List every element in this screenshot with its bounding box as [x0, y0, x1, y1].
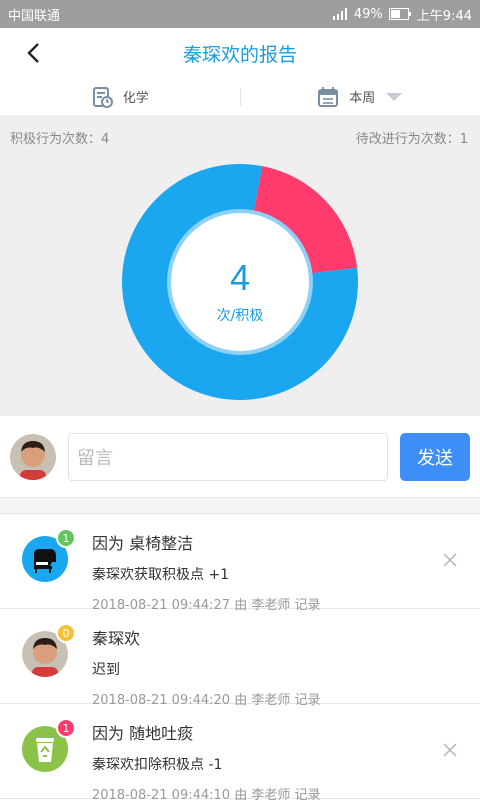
record-title: 秦琛欢 [92, 629, 141, 648]
chevron-left-icon [27, 43, 39, 63]
points-badge: 1 [56, 528, 76, 548]
record-body: 因为 桌椅整洁 秦琛欢获取积极点 +1 2018-08-21 09:44:27 … [92, 528, 460, 613]
calendar-icon [318, 86, 339, 107]
record-item[interactable]: 1 因为 随地吐痰 秦琛欢扣除积极点 -1 2018-08-21 09:44:1… [0, 704, 480, 800]
points-badge: 0 [56, 623, 76, 643]
behavior-donut-chart: 4 次/积极 [121, 164, 358, 400]
battery-label: 49% [353, 6, 383, 22]
record-item[interactable]: 0 秦琛欢 迟到 2018-08-21 09:44:20 由 李老师 记录 [0, 609, 480, 708]
subject-label: 化学 [122, 91, 149, 106]
record-icon: 0 [22, 623, 76, 677]
signal-icon [332, 8, 347, 20]
record-detail: 迟到 [92, 662, 120, 678]
comment-bar: 留言 发送 [0, 416, 480, 498]
points-badge: 1 [56, 718, 76, 738]
positive-count-label: 积极行为次数：4 [10, 132, 110, 147]
record-detail: 秦琛欢获取积极点 +1 [92, 567, 230, 583]
record-body: 因为 随地吐痰 秦琛欢扣除积极点 -1 2018-08-21 09:44:10 … [92, 718, 460, 800]
caret-down-icon [386, 92, 403, 101]
comment-input[interactable]: 留言 [68, 432, 388, 481]
filter-bar: 化学 本周 [0, 78, 480, 116]
record-icon: 1 [22, 718, 76, 772]
battery-icon [388, 8, 411, 20]
period-label: 本周 [349, 91, 376, 106]
record-meta: 2018-08-21 09:44:10 由 李老师 记录 [92, 788, 321, 800]
status-bar: 中国联通 49% 上午9:44 [0, 0, 480, 28]
record-title: 因为 桌椅整洁 [92, 534, 194, 553]
student-avatar [10, 433, 56, 480]
subject-filter[interactable]: 化学 [0, 86, 240, 108]
donut-center-unit: 次/积极 [217, 308, 264, 324]
record-detail: 秦琛欢扣除积极点 -1 [92, 757, 223, 773]
close-icon[interactable] [442, 552, 458, 568]
donut-center-value: 4 [230, 257, 250, 298]
close-icon[interactable] [442, 742, 458, 758]
subject-book-icon [92, 86, 113, 108]
header: 秦琛欢的报告 [0, 28, 480, 78]
record-icon: 1 [22, 528, 76, 582]
section-gap [0, 498, 480, 514]
record-item[interactable]: 1 因为 桌椅整洁 秦琛欢获取积极点 +1 2018-08-21 09:44:2… [0, 514, 480, 613]
period-filter[interactable]: 本周 [241, 86, 480, 108]
record-title: 因为 随地吐痰 [92, 724, 194, 743]
page-title: 秦琛欢的报告 [182, 43, 297, 66]
report-chart-panel: 积极行为次数：4 待改进行为次数：1 4 次/积极 [0, 116, 480, 416]
record-body: 秦琛欢 迟到 2018-08-21 09:44:20 由 李老师 记录 [92, 623, 460, 708]
stats-row: 积极行为次数：4 待改进行为次数：1 [0, 116, 480, 147]
send-button[interactable]: 发送 [400, 432, 470, 481]
back-button[interactable] [18, 38, 48, 68]
carrier-label: 中国联通 [8, 8, 61, 24]
status-icons: 49% 上午9:44 [332, 5, 472, 24]
boy-avatar-icon [10, 433, 56, 480]
time-label: 上午9:44 [416, 8, 472, 24]
record-list: 1 因为 桌椅整洁 秦琛欢获取积极点 +1 2018-08-21 09:44:2… [0, 514, 480, 800]
improve-count-label: 待改进行为次数：1 [355, 132, 468, 147]
